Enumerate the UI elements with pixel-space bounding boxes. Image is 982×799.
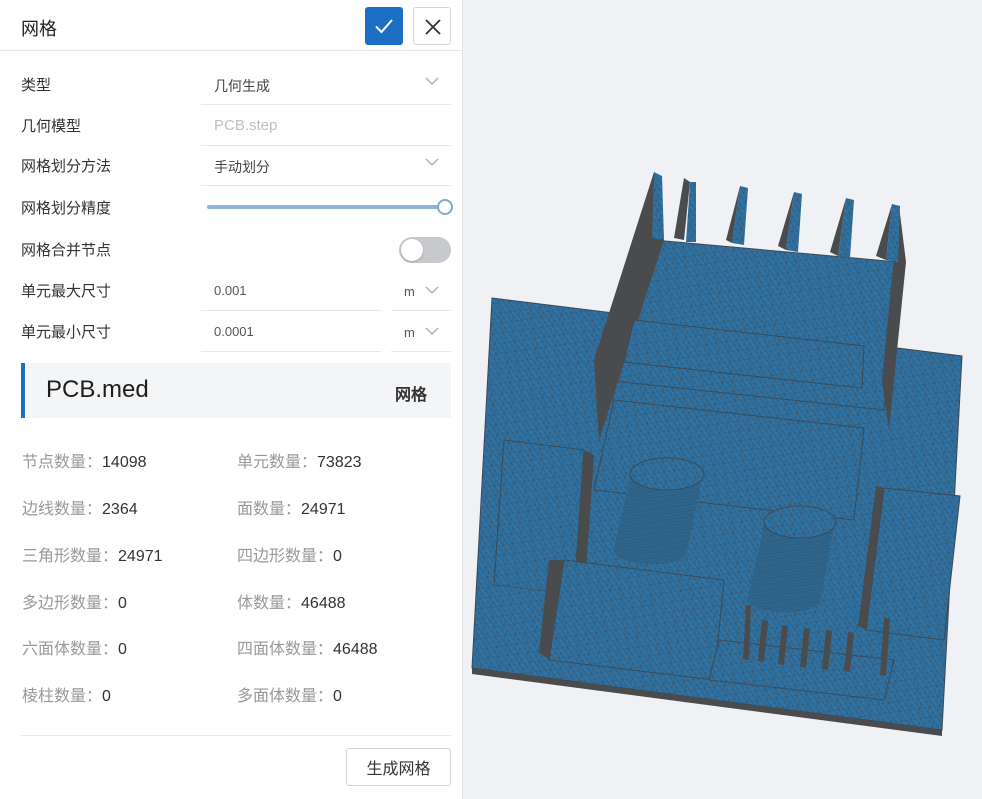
chevron-down-icon (425, 158, 439, 166)
geometry-placeholder: PCB.step (214, 117, 278, 134)
stat-label: 节点数量： (22, 454, 103, 471)
method-select[interactable]: 手动划分 (201, 145, 451, 186)
close-button[interactable] (413, 7, 451, 45)
stat-value: 46488 (301, 595, 346, 612)
3d-viewport[interactable] (464, 0, 982, 799)
stat-triangles: 三角形数量：24971 (22, 542, 163, 566)
stat-label: 四边形数量： (237, 548, 334, 565)
geometry-input[interactable]: PCB.step (201, 105, 451, 146)
mesh-model-render (471, 172, 963, 736)
geometry-label: 几何模型 (21, 118, 82, 135)
footer-divider (21, 735, 451, 736)
max-size-unit-select[interactable]: m (391, 270, 451, 311)
chevron-down-icon (425, 286, 439, 294)
method-label: 网格划分方法 (21, 158, 112, 175)
precision-slider-track[interactable] (207, 205, 445, 209)
stat-value: 46488 (333, 641, 378, 658)
stat-value: 24971 (301, 501, 346, 518)
precision-slider-handle[interactable] (437, 199, 453, 215)
stat-value: 2364 (102, 501, 138, 518)
mesh-file-card[interactable]: PCB.med 网格 (21, 363, 451, 418)
stat-label: 四面体数量： (237, 641, 334, 658)
min-size-unit: m (404, 325, 415, 340)
stat-value: 73823 (317, 454, 362, 471)
geometry-row: 几何模型 PCB.step (0, 105, 463, 146)
stat-polygons: 多边形数量：0 (22, 589, 127, 613)
stat-label: 边线数量： (22, 501, 103, 518)
file-name: PCB.med (46, 376, 149, 403)
stat-value: 0 (333, 688, 342, 705)
confirm-button[interactable] (365, 7, 403, 45)
panel-title: 网格 (21, 19, 57, 39)
type-value: 几何生成 (214, 78, 270, 94)
close-icon (425, 19, 441, 35)
max-size-value: 0.001 (214, 283, 247, 298)
method-value: 手动划分 (214, 159, 270, 175)
min-size-input[interactable]: 0.0001 (201, 311, 381, 352)
stat-value: 0 (333, 548, 342, 565)
stat-label: 多边形数量： (22, 595, 119, 612)
stat-quads: 四边形数量：0 (237, 542, 342, 566)
stat-label: 多面体数量： (237, 688, 334, 705)
merge-row: 网格合并节点 (0, 229, 463, 270)
toggle-knob (401, 239, 423, 261)
front-block (548, 559, 725, 681)
check-icon (375, 19, 393, 34)
stat-elements: 单元数量：73823 (237, 448, 362, 472)
stat-edges: 边线数量：2364 (22, 495, 138, 519)
stat-value: 0 (118, 641, 127, 658)
stat-label: 单元数量： (237, 454, 318, 471)
stat-nodes: 节点数量：14098 (22, 448, 147, 472)
stat-value: 0 (102, 688, 111, 705)
mesh-panel: 网格 类型 几何生成 几何模型 PCB.step 网格划分方法 手动划分 网格划… (0, 0, 463, 799)
generate-mesh-button[interactable]: 生成网格 (346, 748, 451, 786)
merge-toggle[interactable] (399, 237, 451, 263)
stat-label: 面数量： (237, 501, 302, 518)
stat-label: 棱柱数量： (22, 688, 103, 705)
panel-header: 网格 (0, 0, 462, 51)
min-size-unit-select[interactable]: m (391, 311, 451, 352)
stat-value: 24971 (118, 548, 163, 565)
stat-value: 14098 (102, 454, 147, 471)
stat-polyhedra: 多面体数量：0 (237, 682, 342, 706)
max-size-label: 单元最大尺寸 (21, 283, 112, 300)
chevron-down-icon (425, 77, 439, 85)
stat-faces: 面数量：24971 (237, 495, 346, 519)
stat-label: 三角形数量： (22, 548, 119, 565)
stat-tetrahedra: 四面体数量：46488 (237, 635, 378, 659)
type-row: 类型 几何生成 (0, 64, 463, 105)
merge-label: 网格合并节点 (21, 242, 112, 259)
max-size-input[interactable]: 0.001 (201, 270, 381, 311)
stat-prisms: 棱柱数量：0 (22, 682, 111, 706)
method-row: 网格划分方法 手动划分 (0, 145, 463, 186)
type-label: 类型 (21, 77, 52, 94)
stat-label: 体数量： (237, 595, 302, 612)
file-type-tag: 网格 (394, 387, 427, 404)
stat-value: 0 (118, 595, 127, 612)
chevron-down-icon (425, 327, 439, 335)
precision-label: 网格划分精度 (21, 200, 112, 217)
stat-hexahedra: 六面体数量：0 (22, 635, 127, 659)
min-size-label: 单元最小尺寸 (21, 324, 112, 341)
min-size-value: 0.0001 (214, 324, 254, 339)
stat-volumes: 体数量：46488 (237, 589, 346, 613)
type-select[interactable]: 几何生成 (201, 64, 451, 105)
stat-label: 六面体数量： (22, 641, 119, 658)
max-size-unit: m (404, 284, 415, 299)
